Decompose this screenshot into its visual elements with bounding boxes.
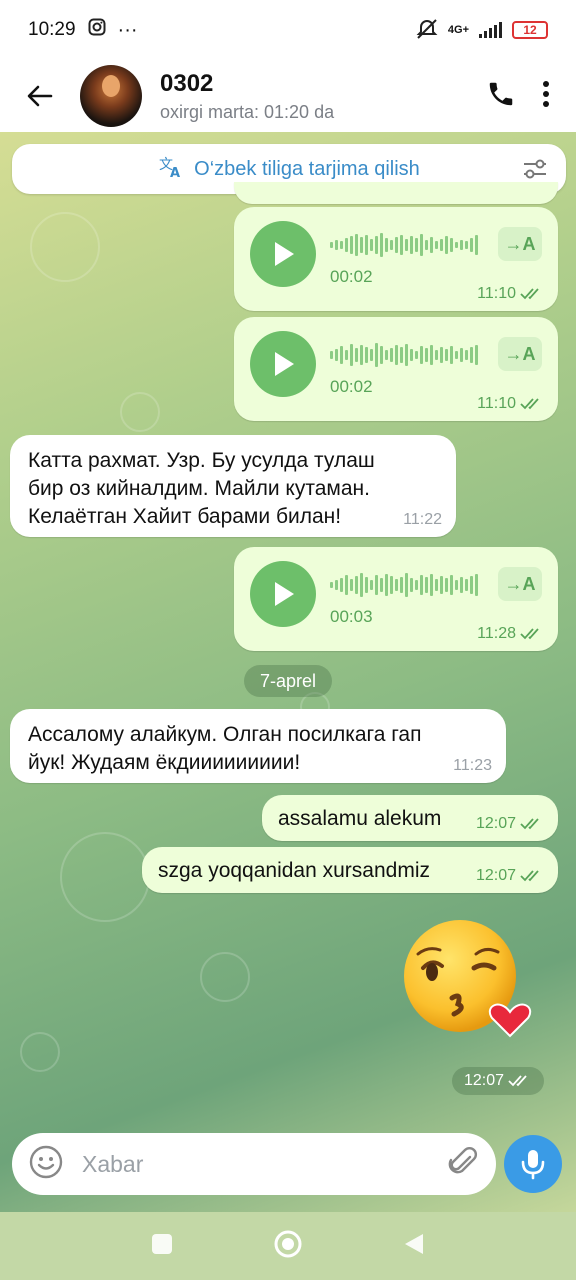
message-time: 11:22: [403, 511, 442, 528]
message-text: Катта рахмат. Узр. Бу усулда тулаш: [28, 449, 375, 472]
last-seen-status: oxirgi marta: 01:20 da: [160, 101, 335, 122]
double-check-icon: [520, 628, 539, 640]
status-bar: 10:29 ··· 4G+ 12: [0, 0, 576, 60]
phone-icon: [489, 82, 513, 105]
triangle-back-icon: [405, 1233, 423, 1254]
outgoing-message: szga yoqqanidan xursandmiz 12:07: [142, 847, 558, 893]
home-button[interactable]: [273, 1229, 303, 1264]
message-time: 12:07: [463, 1072, 505, 1089]
microphone-icon: [521, 1150, 545, 1180]
chat-info[interactable]: 0302 oxirgi marta: 01:20 da: [160, 70, 486, 123]
double-check-icon: [520, 818, 539, 830]
play-button[interactable]: [250, 221, 316, 287]
message-time: 11:28: [477, 625, 516, 642]
arrow-left-icon: [27, 85, 53, 107]
double-check-icon: [520, 288, 539, 300]
play-icon: [275, 582, 294, 606]
incoming-message: Катта рахмат. Узр. Бу усулда тулаш бир о…: [10, 435, 456, 537]
voice-message: 00:02 →A 11:10: [234, 317, 558, 421]
message-time: 11:10: [477, 285, 516, 302]
double-check-icon: [508, 1075, 527, 1087]
kiss-emoji-sticker[interactable]: [388, 918, 538, 1048]
transcribe-button[interactable]: →A: [498, 567, 542, 601]
message-bubble-partial: [234, 182, 558, 204]
voice-duration: 00:02: [330, 377, 373, 396]
play-button[interactable]: [250, 561, 316, 627]
message-time: 11:10: [477, 395, 516, 412]
message-text: Ассалому алайкум. Олган посилкага гап: [28, 723, 422, 746]
double-check-icon: [520, 870, 539, 882]
play-button[interactable]: [250, 331, 316, 397]
date-separator: 7-aprel: [244, 665, 332, 697]
avatar[interactable]: [80, 65, 142, 127]
message-meta: 12:07: [476, 867, 544, 885]
mute-alarm-icon: [416, 18, 438, 43]
message-time: 12:07: [475, 815, 516, 832]
more-notifications-icon: ···: [117, 18, 138, 41]
back-nav-button[interactable]: [403, 1232, 425, 1261]
waveform[interactable]: [330, 231, 478, 259]
translate-label: O‘zbek tiliga tarjima qilish: [194, 157, 420, 180]
double-check-icon: [520, 398, 539, 410]
message-time: 11:23: [453, 757, 492, 774]
sliders-icon: [524, 159, 546, 179]
emoji-button[interactable]: [28, 1144, 64, 1185]
incoming-message: Ассалому алайкум. Олган посилкага гап йу…: [10, 709, 506, 783]
voice-message: 00:02 →A 11:10: [234, 207, 558, 311]
system-nav-bar: [0, 1212, 576, 1280]
attach-button[interactable]: [446, 1145, 480, 1184]
emoji-time-chip: 12:07: [452, 1067, 544, 1095]
waveform[interactable]: [330, 341, 478, 369]
message-meta: 11:22: [403, 511, 442, 529]
translate-icon: 文A: [158, 155, 184, 184]
svg-text:A: A: [170, 166, 180, 179]
chat-header: 0302 oxirgi marta: 01:20 da: [0, 60, 576, 132]
voice-duration: 00:02: [330, 267, 373, 286]
back-button[interactable]: [0, 60, 80, 132]
message-meta: 11:28: [477, 625, 544, 643]
voice-record-button[interactable]: [504, 1135, 562, 1193]
transcribe-button[interactable]: →A: [498, 227, 542, 261]
message-input[interactable]: Xabar: [82, 1151, 446, 1178]
play-icon: [275, 352, 294, 376]
message-meta: 11:10: [477, 285, 544, 303]
circle-icon: [274, 1230, 302, 1257]
recents-button[interactable]: [151, 1233, 173, 1260]
smiley-icon: [29, 1145, 63, 1178]
battery-icon: 12: [512, 21, 548, 39]
message-meta: 11:23: [453, 757, 492, 775]
play-icon: [275, 242, 294, 266]
message-time: 12:07: [475, 867, 516, 884]
chat-title: 0302: [160, 69, 214, 97]
instagram-icon: [88, 18, 106, 42]
voice-message: 00:03 →A 11:28: [234, 547, 558, 651]
message-text: йук! Жудаям ёкдиииииииии!: [28, 751, 301, 774]
transcribe-button[interactable]: →A: [498, 337, 542, 371]
signal-icon: [479, 22, 502, 38]
status-time: 10:29: [28, 19, 76, 40]
outgoing-message: assalamu alekum 12:07: [262, 795, 558, 841]
message-meta: 11:10: [477, 395, 544, 413]
message-text: бир оз кийналдим. Майли кутаман.: [28, 477, 370, 500]
square-icon: [152, 1233, 172, 1254]
waveform[interactable]: [330, 571, 478, 599]
message-text: Келаётган Хайит барами билан!: [28, 505, 342, 528]
message-meta: 12:07: [476, 815, 544, 833]
message-input-bar: Xabar: [12, 1133, 496, 1195]
paperclip-icon: [448, 1146, 477, 1173]
more-vertical-icon: [543, 80, 549, 107]
network-label: 4G+: [447, 24, 469, 36]
call-button[interactable]: [486, 79, 516, 114]
face-blowing-kiss-icon: [404, 920, 531, 1038]
voice-duration: 00:03: [330, 607, 373, 626]
more-menu-button[interactable]: [542, 80, 550, 113]
